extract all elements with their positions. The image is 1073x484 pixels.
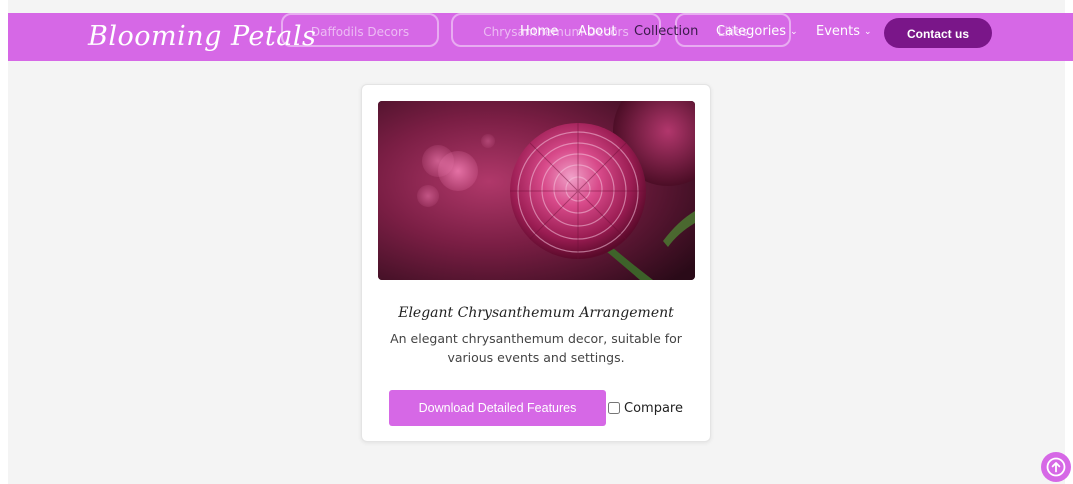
faded-category-chip-daffodils: Daffodils Decors — [281, 13, 439, 47]
contact-us-button[interactable]: Contact us — [884, 18, 992, 48]
top-navbar: Blooming Petals Daffodils Decors Chrysan… — [8, 13, 1073, 61]
chevron-down-icon: ⌄ — [864, 27, 872, 37]
scroll-to-top-button[interactable] — [1041, 452, 1071, 482]
product-title: Elegant Chrysanthemum Arrangement — [398, 305, 674, 321]
compare-checkbox[interactable] — [608, 402, 620, 414]
product-card: Elegant Chrysanthemum Arrangement An ele… — [361, 84, 711, 442]
download-features-button[interactable]: Download Detailed Features — [389, 390, 606, 426]
nav-dropdown-events-label: Events — [816, 24, 861, 39]
product-description: An elegant chrysanthemum decor, suitable… — [390, 331, 682, 365]
nav-dropdown-events[interactable]: Events ⌄ — [816, 24, 872, 40]
chevron-down-icon: ⌄ — [790, 27, 798, 37]
nav-dropdown-categories[interactable]: Categories ⌄ — [716, 24, 798, 40]
chrysanthemum-image — [378, 101, 695, 280]
nav-link-home[interactable]: Home — [520, 24, 558, 40]
compare-label: Compare — [624, 400, 683, 416]
compare-toggle[interactable]: Compare — [608, 399, 683, 417]
nav-link-collection[interactable]: Collection — [634, 24, 698, 40]
nav-link-about[interactable]: About — [578, 24, 616, 40]
arrow-up-circle-icon — [1046, 457, 1066, 477]
nav-dropdown-categories-label: Categories — [716, 24, 787, 39]
